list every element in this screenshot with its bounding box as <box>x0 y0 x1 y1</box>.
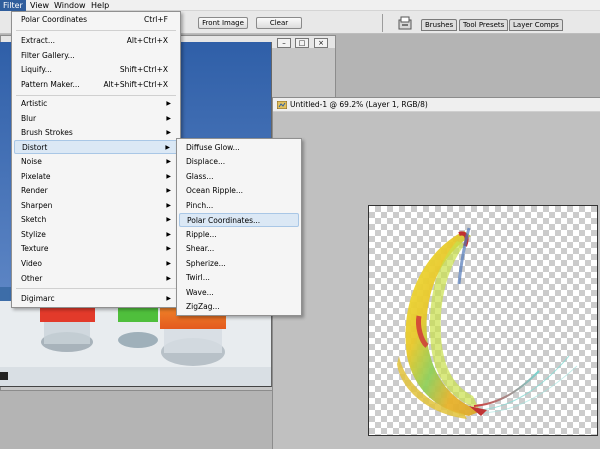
document-titlebar[interactable]: Untitled-1 @ 69.2% (Layer 1, RGB/8) <box>273 98 600 112</box>
menu-window[interactable]: Window <box>51 0 89 11</box>
file-browser-icon[interactable] <box>398 16 412 30</box>
submenu-item-wave[interactable]: Wave... <box>179 286 299 300</box>
menu-item-pixelate[interactable]: Pixelate ▶ <box>14 170 178 184</box>
submenu-arrow-icon: ▶ <box>166 115 171 122</box>
submenu-item-glass[interactable]: Glass... <box>179 170 299 184</box>
menu-bar: Filter View Window Help <box>0 0 600 11</box>
options-separator <box>382 14 383 32</box>
menu-item-filter-gallery[interactable]: Filter Gallery... <box>14 49 178 63</box>
minimize-icon[interactable]: – <box>277 38 291 48</box>
submenu-arrow-icon: ▶ <box>166 202 171 209</box>
submenu-arrow-icon: ▶ <box>166 173 171 180</box>
menu-item-artistic[interactable]: Artistic ▶ <box>14 97 178 111</box>
menu-separator <box>16 30 176 31</box>
tab-tool-presets[interactable]: Tool Presets <box>459 19 509 31</box>
document-window: Untitled-1 @ 69.2% (Layer 1, RGB/8) <box>272 97 600 449</box>
menu-item-pattern-maker[interactable]: Pattern Maker... Alt+Shift+Ctrl+X <box>14 78 178 92</box>
submenu-item-shear[interactable]: Shear... <box>179 242 299 256</box>
submenu-arrow-icon: ▶ <box>166 295 171 302</box>
submenu-arrow-icon: ▶ <box>166 187 171 194</box>
submenu-arrow-icon: ▶ <box>165 144 170 151</box>
document-canvas[interactable] <box>368 205 598 436</box>
menu-item-brush-strokes[interactable]: Brush Strokes ▶ <box>14 126 178 140</box>
submenu-arrow-icon: ▶ <box>166 275 171 282</box>
submenu-arrow-icon: ▶ <box>166 231 171 238</box>
submenu-item-zigzag[interactable]: ZigZag... <box>179 300 299 314</box>
tab-layer-comps[interactable]: Layer Comps <box>509 19 563 31</box>
menu-item-digimarc[interactable]: Digimarc ▶ <box>14 292 178 306</box>
menu-separator <box>16 288 176 289</box>
submenu-item-displace[interactable]: Displace... <box>179 155 299 169</box>
submenu-arrow-icon: ▶ <box>166 260 171 267</box>
menu-item-noise[interactable]: Noise ▶ <box>14 155 178 169</box>
submenu-arrow-icon: ▶ <box>166 245 171 252</box>
distort-submenu: Diffuse Glow... Displace... Glass... Oce… <box>176 138 302 316</box>
submenu-arrow-icon: ▶ <box>166 216 171 223</box>
menu-item-distort[interactable]: Distort ▶ <box>14 140 178 154</box>
submenu-arrow-icon: ▶ <box>166 129 171 136</box>
menu-item-sketch[interactable]: Sketch ▶ <box>14 213 178 227</box>
front-image-button[interactable]: Front Image <box>198 17 248 29</box>
submenu-item-polar-coordinates[interactable]: Polar Coordinates... <box>179 213 299 227</box>
menu-item-stylize[interactable]: Stylize ▶ <box>14 228 178 242</box>
palette-well: Brushes Tool Presets Layer Comps <box>421 19 600 31</box>
menu-item-sharpen[interactable]: Sharpen ▶ <box>14 199 178 213</box>
submenu-arrow-icon: ▶ <box>166 100 171 107</box>
menu-view[interactable]: View <box>27 0 52 11</box>
menu-item-render[interactable]: Render ▶ <box>14 184 178 198</box>
menu-item-texture[interactable]: Texture ▶ <box>14 242 178 256</box>
menu-item-liquify[interactable]: Liquify... Shift+Ctrl+X <box>14 63 178 77</box>
submenu-item-twirl[interactable]: Twirl... <box>179 271 299 285</box>
filter-menu: Polar Coordinates Ctrl+F Extract... Alt+… <box>11 11 181 308</box>
maximize-icon[interactable]: □ <box>295 38 309 48</box>
menu-filter[interactable]: Filter <box>0 0 26 11</box>
submenu-item-spherize[interactable]: Spherize... <box>179 257 299 271</box>
submenu-item-pinch[interactable]: Pinch... <box>179 199 299 213</box>
document-title: Untitled-1 @ 69.2% (Layer 1, RGB/8) <box>290 100 428 109</box>
menu-help[interactable]: Help <box>88 0 112 11</box>
close-icon[interactable]: × <box>314 38 328 48</box>
clear-button[interactable]: Clear <box>256 17 302 29</box>
menu-separator <box>16 95 176 96</box>
polar-coordinates-result <box>397 227 578 419</box>
menu-item-extract[interactable]: Extract... Alt+Ctrl+X <box>14 34 178 48</box>
menu-item-video[interactable]: Video ▶ <box>14 257 178 271</box>
document-icon <box>277 101 287 109</box>
submenu-item-diffuse-glow[interactable]: Diffuse Glow... <box>179 141 299 155</box>
tab-brushes[interactable]: Brushes <box>421 19 458 31</box>
submenu-item-ocean-ripple[interactable]: Ocean Ripple... <box>179 184 299 198</box>
submenu-item-ripple[interactable]: Ripple... <box>179 228 299 242</box>
menu-item-other[interactable]: Other ▶ <box>14 272 178 286</box>
menu-item-blur[interactable]: Blur ▶ <box>14 112 178 126</box>
submenu-arrow-icon: ▶ <box>166 158 171 165</box>
menu-item-last-filter[interactable]: Polar Coordinates Ctrl+F <box>14 13 178 27</box>
